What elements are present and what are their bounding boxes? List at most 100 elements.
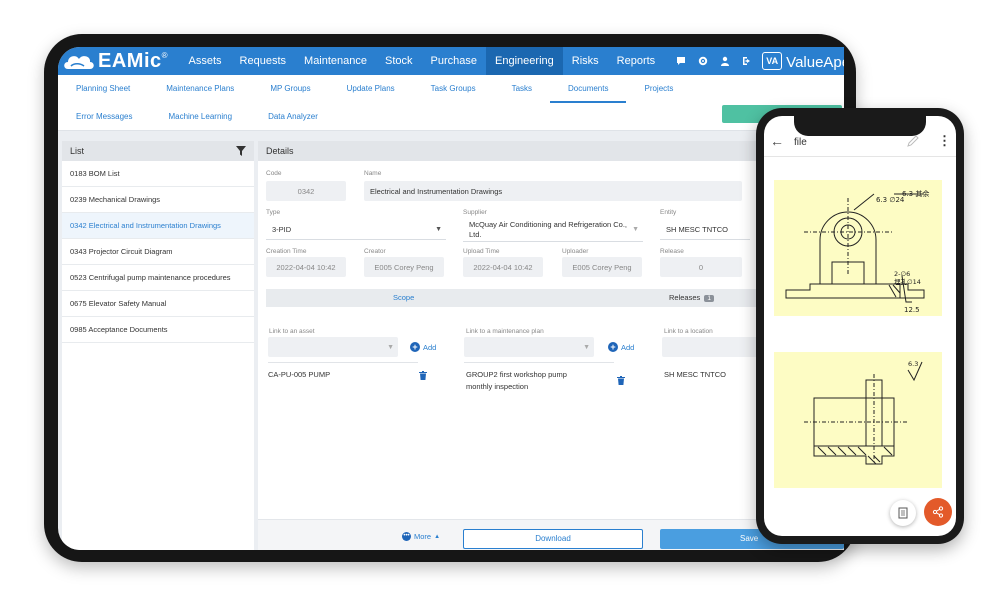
upload-time-label: Upload Time bbox=[463, 248, 500, 255]
linked-location: SH MESC TNTCO bbox=[664, 370, 726, 379]
type-label: Type bbox=[266, 209, 281, 216]
top-navbar: EAMic ® Assets Requests Maintenance Stock Pu… bbox=[58, 47, 844, 75]
phone-toolbar: ← file ⋮ bbox=[764, 126, 956, 156]
chevron-up-icon: ▲ bbox=[434, 533, 441, 540]
list-item[interactable]: 0239 Mechanical Drawings bbox=[62, 187, 254, 213]
tab-scope[interactable]: Scope bbox=[393, 293, 414, 302]
share-button[interactable] bbox=[924, 498, 952, 526]
tab-task-groups[interactable]: Task Groups bbox=[413, 75, 494, 103]
list-panel: List 0183 BOM List 0239 Mechanical Drawin… bbox=[62, 141, 254, 550]
tab-update-plans[interactable]: Update Plans bbox=[329, 75, 413, 103]
nav-risks[interactable]: Risks bbox=[563, 47, 608, 75]
logout-icon[interactable] bbox=[736, 47, 758, 75]
mechanical-drawing-2: 6.3 bbox=[774, 352, 942, 488]
chevron-down-icon: ▼ bbox=[632, 225, 639, 233]
chevron-down-icon: ▼ bbox=[435, 226, 442, 233]
main-menu: Assets Requests Maintenance Stock Purchase En… bbox=[180, 47, 665, 75]
nav-icons bbox=[670, 47, 758, 75]
svg-text:6.3: 6.3 bbox=[908, 360, 918, 368]
logo: EAMic ® bbox=[62, 47, 168, 75]
partner-name: ValueApex 领值 bbox=[786, 53, 844, 71]
nav-purchase[interactable]: Purchase bbox=[422, 47, 486, 75]
tab-tasks[interactable]: Tasks bbox=[494, 75, 550, 103]
divider bbox=[268, 362, 418, 363]
add-plan-button[interactable]: + Add bbox=[608, 342, 634, 352]
subnav-row-1: Planning Sheet Maintenance Plans MP Groups… bbox=[58, 75, 844, 103]
phone-title: file bbox=[794, 137, 807, 148]
nav-assets[interactable]: Assets bbox=[180, 47, 231, 75]
list-header: List bbox=[62, 141, 254, 161]
user-icon[interactable] bbox=[714, 47, 736, 75]
add-plan-label: Add bbox=[621, 342, 635, 352]
document-button[interactable] bbox=[890, 500, 916, 526]
pencil-icon[interactable] bbox=[906, 134, 920, 148]
list-item[interactable]: 0342 Electrical and Instrumentation Draw… bbox=[62, 213, 254, 239]
chat-icon[interactable] bbox=[670, 47, 692, 75]
document-list: 0183 BOM List 0239 Mechanical Drawings 034… bbox=[62, 161, 254, 343]
upload-time-field: 2022-04-04 10:42 bbox=[463, 257, 543, 277]
arrow-left-icon[interactable]: ← bbox=[770, 134, 784, 148]
creator-field: E005 Corey Peng bbox=[364, 257, 444, 277]
add-asset-button[interactable]: + Add bbox=[410, 342, 436, 352]
tab-error-messages[interactable]: Error Messages bbox=[58, 103, 150, 131]
add-asset-label: Add bbox=[423, 342, 437, 352]
filter-icon[interactable] bbox=[236, 146, 246, 156]
type-value: 3-PID bbox=[272, 225, 292, 234]
entity-label: Entity bbox=[660, 209, 677, 216]
trash-icon[interactable] bbox=[419, 371, 427, 380]
download-button[interactable]: Download bbox=[463, 529, 643, 549]
tab-maintenance-plans[interactable]: Maintenance Plans bbox=[148, 75, 252, 103]
list-item[interactable]: 0985 Acceptance Documents bbox=[62, 317, 254, 343]
chevron-down-icon: ▼ bbox=[387, 343, 394, 351]
list-item[interactable]: 0183 BOM List bbox=[62, 161, 254, 187]
link-plan-label: Link to a maintenance plan bbox=[466, 328, 544, 335]
supplier-label: Supplier bbox=[463, 209, 487, 216]
more-vert-icon[interactable]: ⋮ bbox=[938, 134, 951, 147]
mechanical-drawing-1: 6.3 ∅24 6.3 其余 2-∅6 埋孔∅14 12.5 bbox=[774, 180, 942, 316]
svg-text:2-∅6: 2-∅6 bbox=[894, 270, 910, 278]
nav-engineering[interactable]: Engineering bbox=[486, 47, 563, 75]
supplier-select[interactable]: McQuay Air Conditioning and Refrigeratio… bbox=[463, 218, 643, 242]
tab-mp-groups[interactable]: MP Groups bbox=[252, 75, 328, 103]
link-plan-select[interactable]: ▼ bbox=[464, 337, 594, 357]
tab-releases[interactable]: Releases 1 bbox=[669, 293, 714, 302]
document-icon bbox=[898, 507, 908, 519]
tab-projects[interactable]: Projects bbox=[626, 75, 691, 103]
nav-reports[interactable]: Reports bbox=[608, 47, 665, 75]
creation-time-label: Creation Time bbox=[266, 248, 307, 255]
code-label: Code bbox=[266, 170, 282, 177]
divider bbox=[764, 156, 956, 157]
trash-icon[interactable] bbox=[617, 376, 625, 385]
brand-name: EAMic bbox=[98, 49, 162, 72]
tab-machine-learning[interactable]: Machine Learning bbox=[150, 103, 250, 131]
tab-data-analyzer[interactable]: Data Analyzer bbox=[250, 103, 336, 131]
list-item[interactable]: 0523 Centrifugal pump maintenance proced… bbox=[62, 265, 254, 291]
name-label: Name bbox=[364, 170, 382, 177]
chevron-down-icon: ▼ bbox=[583, 343, 590, 351]
nav-maintenance[interactable]: Maintenance bbox=[295, 47, 376, 75]
type-select[interactable]: 3-PID ▼ bbox=[266, 220, 446, 240]
nav-requests[interactable]: Requests bbox=[231, 47, 295, 75]
entity-select[interactable]: SH MESC TNTCO bbox=[660, 220, 750, 240]
tab-planning-sheet[interactable]: Planning Sheet bbox=[58, 75, 148, 103]
uploader-field: E005 Corey Peng bbox=[562, 257, 642, 277]
plus-icon: + bbox=[410, 342, 420, 352]
list-item[interactable]: 0675 Elevator Safety Manual bbox=[62, 291, 254, 317]
svg-text:6.3 其余: 6.3 其余 bbox=[902, 189, 929, 198]
brand-reg: ® bbox=[161, 50, 168, 60]
linked-asset: CA-PU-005 PUMP bbox=[268, 370, 331, 379]
tab-documents[interactable]: Documents bbox=[550, 75, 627, 103]
link-location-label: Link to a location bbox=[664, 328, 713, 335]
more-button[interactable]: ••• More ▲ bbox=[402, 532, 440, 541]
list-item[interactable]: 0343 Projector Circuit Diagram bbox=[62, 239, 254, 265]
cloud-logo-icon bbox=[64, 56, 94, 69]
phone-frame: ← file ⋮ 6.3 ∅24 6.3 其余 2-∅6 埋孔∅14 12.5 … bbox=[756, 108, 964, 544]
nav-stock[interactable]: Stock bbox=[376, 47, 422, 75]
linked-plan: GROUP2 first workshop pump monthly inspe… bbox=[466, 370, 567, 391]
gear-icon[interactable] bbox=[692, 47, 714, 75]
supplier-value: McQuay Air Conditioning and Refrigeratio… bbox=[469, 219, 627, 239]
partner-mark: VA bbox=[762, 52, 783, 70]
app-screen: EAMic ® Assets Requests Maintenance Stock Pu… bbox=[58, 47, 844, 550]
name-field[interactable]: Electrical and Instrumentation Drawings bbox=[364, 181, 742, 201]
link-asset-select[interactable]: ▼ bbox=[268, 337, 398, 357]
